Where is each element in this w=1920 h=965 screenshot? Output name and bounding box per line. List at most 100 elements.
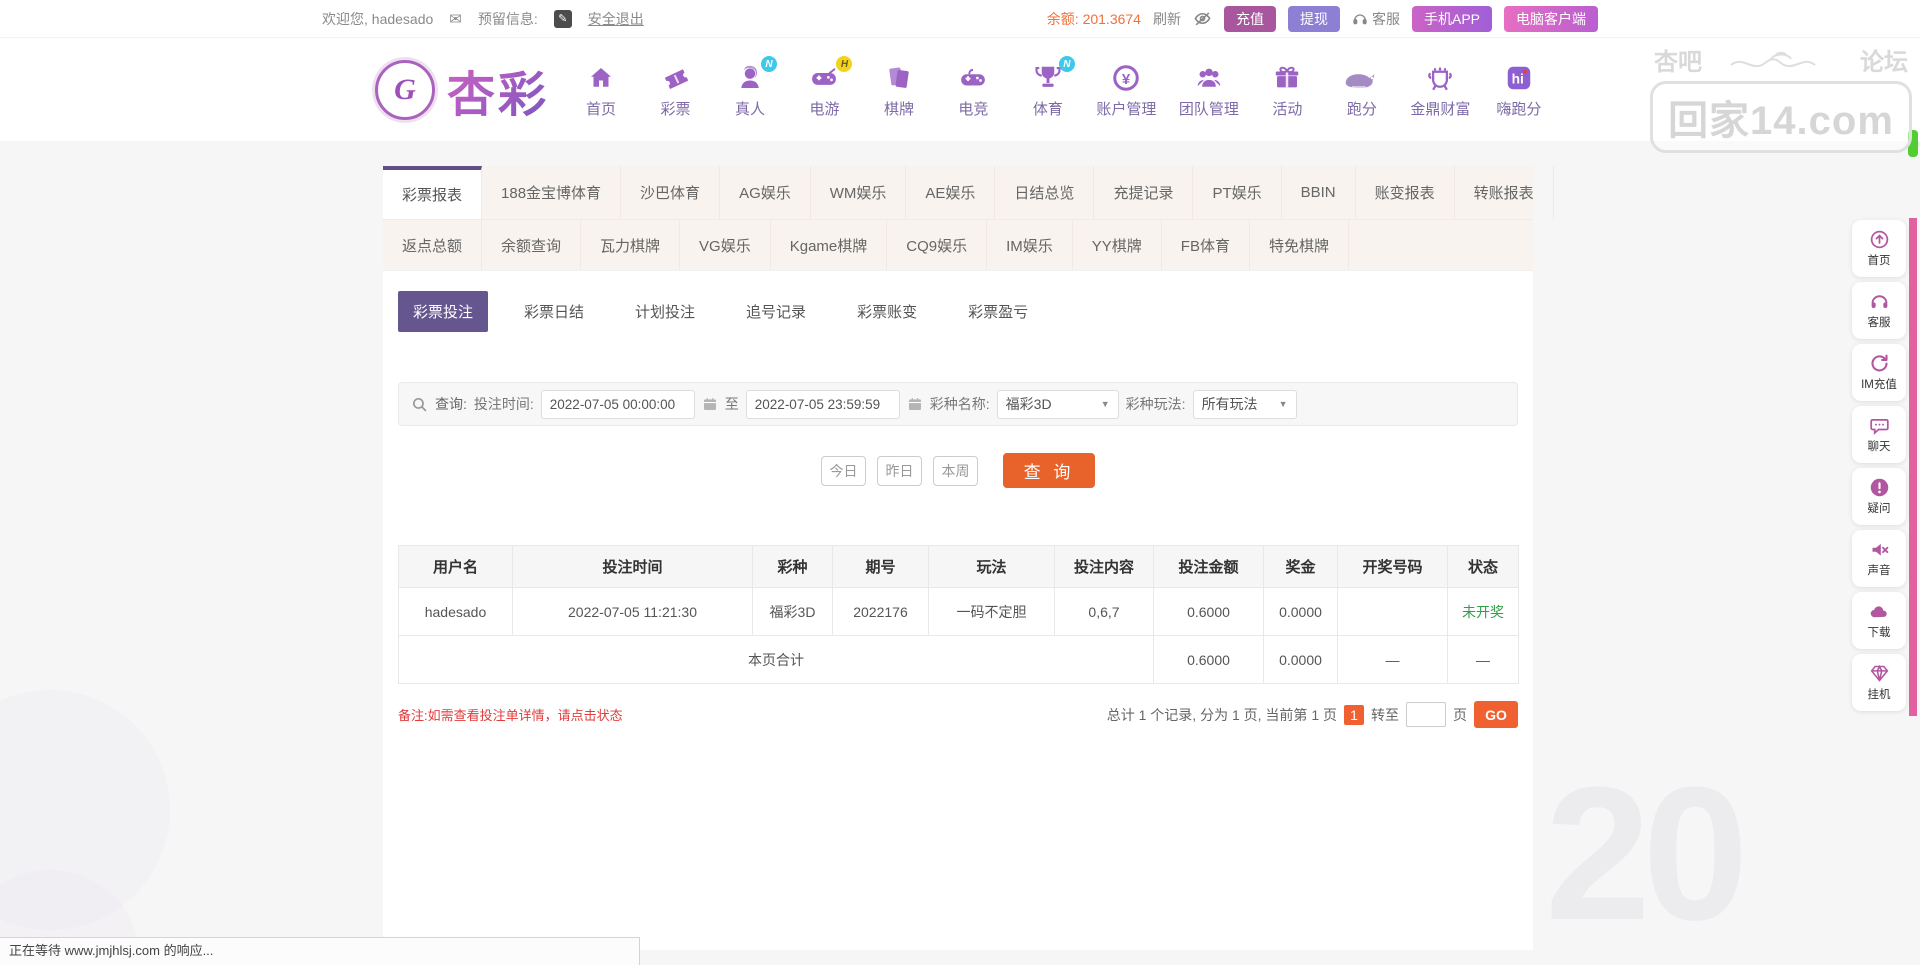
this-week-button[interactable]: 本周 <box>933 455 978 486</box>
tab-im[interactable]: IM娱乐 <box>987 220 1073 270</box>
nav-item-board-cards[interactable]: 棋牌 <box>873 60 925 119</box>
edit-icon[interactable]: ✎ <box>553 9 572 28</box>
sidebar-item-question[interactable]: 疑问 <box>1852 468 1906 525</box>
subtab-plan-bets[interactable]: 计划投注 <box>620 291 710 332</box>
goto-page-input[interactable] <box>1406 702 1446 727</box>
watermark: 杏吧 论坛 回家14.com <box>1650 42 1912 153</box>
go-button[interactable]: GO <box>1474 701 1518 728</box>
current-page-badge[interactable]: 1 <box>1344 704 1364 725</box>
nav-item-treasure[interactable]: 金鼎财富 <box>1410 60 1470 119</box>
pagination-summary: 总计 1 个记录, 分为 1 页, 当前第 1 页 <box>1106 706 1337 723</box>
cell-content: 0,6,7 <box>1054 587 1154 636</box>
nav-item-activity[interactable]: 活动 <box>1261 60 1313 119</box>
cards-icon <box>884 60 914 96</box>
nav-item-esports[interactable]: 电竞 <box>947 60 999 119</box>
tab-lottery-report[interactable]: 彩票报表 <box>383 166 483 219</box>
tab-wali-cards[interactable]: 瓦力棋牌 <box>581 220 681 270</box>
calendar-icon[interactable] <box>907 396 923 412</box>
summary-prize: 0.0000 <box>1263 635 1338 684</box>
note-text: 备注:如需查看投注单详情，请点击状态 <box>398 708 623 723</box>
tab-ag[interactable]: AG娱乐 <box>720 166 811 219</box>
balance-value: 201.3674 <box>1082 10 1141 27</box>
table-header-row: 用户名 投注时间 彩种 期号 玩法 投注内容 投注金额 奖金 开奖号码 状态 <box>398 545 1519 588</box>
tab-wm[interactable]: WM娱乐 <box>811 166 907 219</box>
refresh-link[interactable]: 刷新 <box>1153 9 1181 29</box>
subtab-lottery-pl[interactable]: 彩票盈亏 <box>953 291 1043 332</box>
col-issue: 期号 <box>832 545 929 588</box>
header: 欢迎您, hadesado ✉ 预留信息: ✎ 安全退出 余额: 201.367… <box>0 0 1920 141</box>
tab-temian-cards[interactable]: 特免棋牌 <box>1250 220 1349 270</box>
recharge-button[interactable]: 充值 <box>1223 5 1276 32</box>
nav-item-paofen[interactable]: 跑分 <box>1336 60 1388 119</box>
customer-service-link[interactable]: 客服 <box>1352 9 1400 29</box>
cell-status[interactable]: 未开奖 <box>1447 587 1519 636</box>
nav-item-account[interactable]: ¥ 账户管理 <box>1096 60 1156 119</box>
team-icon <box>1193 60 1225 96</box>
time-to-input[interactable] <box>745 389 900 419</box>
slots-game-icon: H <box>808 56 853 96</box>
sidebar-item-service[interactable]: 客服 <box>1852 282 1906 339</box>
chat-bubble-icon <box>1869 418 1889 435</box>
sidebar-item-im-recharge[interactable]: IM充值 <box>1852 344 1906 401</box>
tab-pt[interactable]: PT娱乐 <box>1193 166 1282 219</box>
scrollbar-track[interactable] <box>1909 218 1917 716</box>
sidebar-item-home[interactable]: 首页 <box>1852 220 1906 277</box>
search-icon <box>411 396 428 413</box>
tab-188-sports[interactable]: 188金宝博体育 <box>482 166 622 219</box>
query-button[interactable]: 查 询 <box>1003 453 1095 488</box>
live-casino-icon: N <box>735 56 777 96</box>
subtab-lottery-bets[interactable]: 彩票投注 <box>398 291 489 332</box>
tab-kgame[interactable]: Kgame棋牌 <box>771 220 888 270</box>
subtab-lottery-daily[interactable]: 彩票日结 <box>509 291 599 332</box>
tab-cq9[interactable]: CQ9娱乐 <box>887 220 988 270</box>
sidebar-item-hangup[interactable]: 挂机 <box>1852 654 1906 711</box>
tab-balance-query[interactable]: 余额查询 <box>482 220 582 270</box>
tabs-row-2: 返点总额 余额查询 瓦力棋牌 VG娱乐 Kgame棋牌 CQ9娱乐 IM娱乐 Y… <box>383 219 1533 271</box>
tab-daily-summary[interactable]: 日结总览 <box>995 166 1095 219</box>
tab-transfer-report[interactable]: 转账报表 <box>1455 166 1554 219</box>
sound-mute-icon <box>1872 543 1888 556</box>
subtab-lottery-account-change[interactable]: 彩票账变 <box>842 291 932 332</box>
tab-account-change-report[interactable]: 账变报表 <box>1356 166 1455 219</box>
site-logo[interactable]: G 杏彩 <box>375 55 549 125</box>
sidebar-item-sound[interactable]: 声音 <box>1852 530 1906 587</box>
yesterday-button[interactable]: 昨日 <box>877 455 922 486</box>
tab-ae[interactable]: AE娱乐 <box>906 166 996 219</box>
mobile-app-button[interactable]: 手机APP <box>1411 5 1492 32</box>
cell-bet-time: 2022-07-05 11:21:30 <box>512 587 753 636</box>
mail-icon[interactable]: ✉ <box>449 10 462 28</box>
time-from-input[interactable] <box>540 389 695 419</box>
withdraw-button[interactable]: 提现 <box>1287 5 1340 32</box>
sports-trophy-icon: N <box>1033 56 1075 96</box>
subtab-chase-record[interactable]: 追号记录 <box>731 291 821 332</box>
sidebar-item-download[interactable]: 下载 <box>1852 592 1906 649</box>
nav-item-home[interactable]: 首页 <box>575 60 627 119</box>
tab-bbin[interactable]: BBIN <box>1282 166 1356 219</box>
tab-rebate-total[interactable]: 返点总额 <box>383 220 483 270</box>
tab-deposit-withdraw-record[interactable]: 充提记录 <box>1094 166 1194 219</box>
tab-vg[interactable]: VG娱乐 <box>680 220 771 270</box>
back-top-icon <box>1870 230 1888 249</box>
tab-fb-sports[interactable]: FB体育 <box>1162 220 1250 270</box>
lottery-name-select[interactable]: 福彩3D <box>996 389 1119 419</box>
today-button[interactable]: 今日 <box>821 455 866 486</box>
nav-item-team[interactable]: 团队管理 <box>1179 60 1239 119</box>
watermark-left-text: 杏吧 <box>1654 49 1702 76</box>
calendar-icon[interactable] <box>702 396 718 412</box>
topbar: 欢迎您, hadesado ✉ 预留信息: ✎ 安全退出 余额: 201.367… <box>0 0 1920 38</box>
logout-link[interactable]: 安全退出 <box>588 9 644 29</box>
pc-client-button[interactable]: 电脑客户端 <box>1504 5 1598 32</box>
cell-lottery: 福彩3D <box>752 587 833 636</box>
table-row: hadesado 2022-07-05 11:21:30 福彩3D 202217… <box>398 587 1519 636</box>
nav-item-lottery[interactable]: 彩票 <box>650 60 702 119</box>
nav-item-hi-paofen[interactable]: hi 嗨跑分 <box>1493 60 1545 119</box>
nav-item-live-casino[interactable]: N 真人 <box>724 56 777 119</box>
tab-yy-cards[interactable]: YY棋牌 <box>1073 220 1162 270</box>
nav-item-sports[interactable]: N 体育 <box>1022 56 1075 119</box>
tab-saba-sports[interactable]: 沙巴体育 <box>621 166 721 219</box>
play-type-select[interactable]: 所有玩法 <box>1192 389 1297 419</box>
sidebar-item-chat[interactable]: 聊天 <box>1852 406 1906 463</box>
eye-off-icon[interactable] <box>1193 9 1212 28</box>
nav-item-slots[interactable]: H 电游 <box>798 56 853 119</box>
balance-label: 余额: <box>1046 10 1079 27</box>
